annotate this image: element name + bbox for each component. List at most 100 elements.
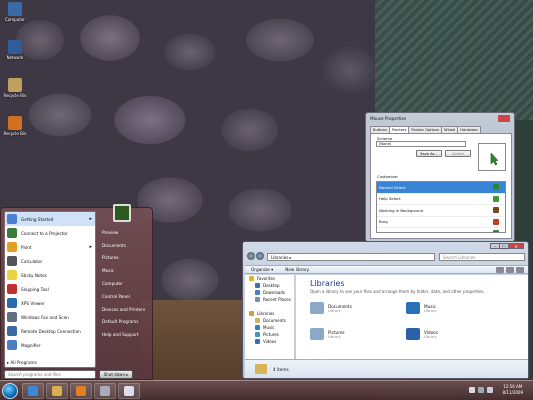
taskbar-app[interactable] xyxy=(46,383,68,399)
nav-item[interactable]: Recent Places xyxy=(245,296,294,303)
shutdown-button[interactable]: Shut down ▸ xyxy=(99,370,133,379)
nav-item[interactable]: Music xyxy=(245,324,294,331)
start-menu-item-label: XPS Viewer xyxy=(21,300,45,306)
desktop-icon[interactable]: Recycle Bin xyxy=(2,78,28,98)
pointer-label: Working In Background xyxy=(379,207,424,213)
nav-item[interactable]: Downloads xyxy=(245,289,294,296)
recent-places-icon xyxy=(255,297,260,302)
start-menu-place[interactable]: Control Panel xyxy=(99,290,153,303)
pictures-library-icon xyxy=(310,328,324,340)
cursor-icon xyxy=(493,207,499,214)
start-menu-place[interactable]: Music xyxy=(99,264,153,277)
magnifier-icon xyxy=(7,340,17,350)
nav-item[interactable]: Desktop xyxy=(245,282,294,289)
nav-item[interactable]: Libraries xyxy=(245,310,294,317)
start-menu-item[interactable]: Magnifier xyxy=(5,338,95,352)
organize-button[interactable]: Organize ▾ xyxy=(251,267,273,272)
mouse-properties-titlebar[interactable]: Mouse Properties xyxy=(366,113,514,123)
help-icon[interactable] xyxy=(516,267,524,273)
start-menu-programs: Getting Started ▸ Connect to a Projector Pa… xyxy=(4,211,96,368)
taskbar: 12:56 AM 8/11/2009 xyxy=(0,380,533,400)
nav-item[interactable]: Favorites xyxy=(245,275,294,282)
view-options-icon[interactable] xyxy=(496,267,504,273)
library-item[interactable]: Documents Library xyxy=(310,299,400,317)
close-button[interactable] xyxy=(498,114,510,122)
remote-desktop-icon xyxy=(7,326,17,336)
downloads-icon xyxy=(255,290,260,295)
library-name: Videos xyxy=(424,329,438,335)
start-menu-item[interactable]: Sticky Notes xyxy=(5,268,95,282)
all-programs-button[interactable]: ▸ All Programs xyxy=(7,360,37,365)
library-type: Library xyxy=(328,334,341,339)
start-menu-place[interactable]: Pictures xyxy=(99,252,153,265)
start-menu-place[interactable]: Preview xyxy=(99,226,153,239)
clock[interactable]: 12:56 AM 8/11/2009 xyxy=(502,384,523,396)
search-input[interactable]: Search Libraries xyxy=(439,253,525,261)
nav-item-label: Favorites xyxy=(257,276,276,281)
address-bar[interactable]: Libraries ▸ xyxy=(267,253,435,261)
nav-item-label: Videos xyxy=(263,339,277,344)
nav-item[interactable]: Videos xyxy=(245,338,294,345)
start-menu-item-label: Connect to a Projector xyxy=(21,230,68,236)
new-library-button[interactable]: New library xyxy=(285,267,309,272)
start-menu-item-label: Getting Started xyxy=(21,216,54,222)
status-bar: 4 items xyxy=(245,359,528,378)
library-item[interactable]: Music Library xyxy=(406,299,496,317)
music-library-icon xyxy=(406,302,420,314)
start-menu: Getting Started ▸ Connect to a Projector Pa… xyxy=(0,204,153,380)
back-button[interactable] xyxy=(247,252,255,260)
desktop-icon[interactable]: Recycle Bin xyxy=(2,116,28,136)
flag-icon[interactable] xyxy=(469,387,475,393)
pointer-row[interactable]: Normal Select xyxy=(377,182,505,194)
library-item[interactable]: Pictures Library xyxy=(310,325,400,343)
pointer-row[interactable]: Help Select xyxy=(377,194,505,205)
start-menu-place[interactable]: Default Programs xyxy=(99,316,153,329)
start-menu-place[interactable]: Computer xyxy=(99,277,153,290)
start-menu-item[interactable]: Windows Fax and Scan xyxy=(5,310,95,324)
library-item[interactable]: Videos Library xyxy=(406,325,496,343)
pointer-list[interactable]: Normal Select Help Select Working In Backg… xyxy=(376,181,506,233)
start-menu-item[interactable]: Paint ▸ xyxy=(5,240,95,254)
start-menu-item[interactable]: Remote Desktop Connection xyxy=(5,324,95,338)
start-menu-item[interactable]: XPS Viewer xyxy=(5,296,95,310)
pointer-row[interactable]: Precision Select xyxy=(377,228,505,232)
cursor-icon xyxy=(493,218,499,225)
taskbar-app[interactable] xyxy=(94,383,116,399)
library-text: Music Library xyxy=(424,304,437,313)
start-menu-item[interactable]: Connect to a Projector xyxy=(5,226,95,240)
desktop-icon[interactable]: Network xyxy=(2,40,28,60)
delete-button[interactable]: Delete xyxy=(445,150,471,157)
desktop-icon[interactable]: Computer xyxy=(2,2,28,22)
documents-library-icon xyxy=(310,302,324,314)
start-menu-place[interactable]: Documents xyxy=(99,239,153,252)
forward-button[interactable] xyxy=(256,252,264,260)
pictures-icon xyxy=(255,332,260,337)
taskbar-app[interactable] xyxy=(70,383,92,399)
preview-pane-icon[interactable] xyxy=(506,267,514,273)
nav-item-label: Libraries xyxy=(257,311,275,316)
nav-item[interactable]: Documents xyxy=(245,317,294,324)
start-menu-place[interactable]: Help and Support xyxy=(99,328,153,341)
pointer-row[interactable]: Working In Background xyxy=(377,205,505,217)
start-menu-item[interactable]: Calculator xyxy=(5,254,95,268)
desktop-icon-label: Network xyxy=(6,55,24,60)
taskbar-app[interactable] xyxy=(22,383,44,399)
start-menu-item-label: Magnifier xyxy=(21,342,41,348)
close-button[interactable]: ✕ xyxy=(508,243,524,249)
start-menu-item[interactable]: Getting Started ▸ xyxy=(5,212,95,226)
start-menu-item[interactable]: Snipping Tool xyxy=(5,282,95,296)
taskbar-app[interactable] xyxy=(118,383,140,399)
volume-icon[interactable] xyxy=(487,387,493,393)
network-tray-icon[interactable] xyxy=(478,387,484,393)
pointer-label: Normal Select xyxy=(379,184,406,190)
pointer-row[interactable]: Busy xyxy=(377,217,505,228)
start-button[interactable] xyxy=(2,383,18,399)
start-search-input[interactable]: Search programs and files xyxy=(4,370,96,379)
pointer-label: Busy xyxy=(379,219,389,225)
start-menu-place[interactable]: Devices and Printers xyxy=(99,303,153,316)
scheme-dropdown[interactable]: (None) xyxy=(376,141,466,147)
nav-item[interactable]: Pictures xyxy=(245,331,294,338)
snipping-tool-icon xyxy=(7,284,17,294)
network-icon xyxy=(8,40,22,54)
save-as-button[interactable]: Save As... xyxy=(416,150,442,157)
